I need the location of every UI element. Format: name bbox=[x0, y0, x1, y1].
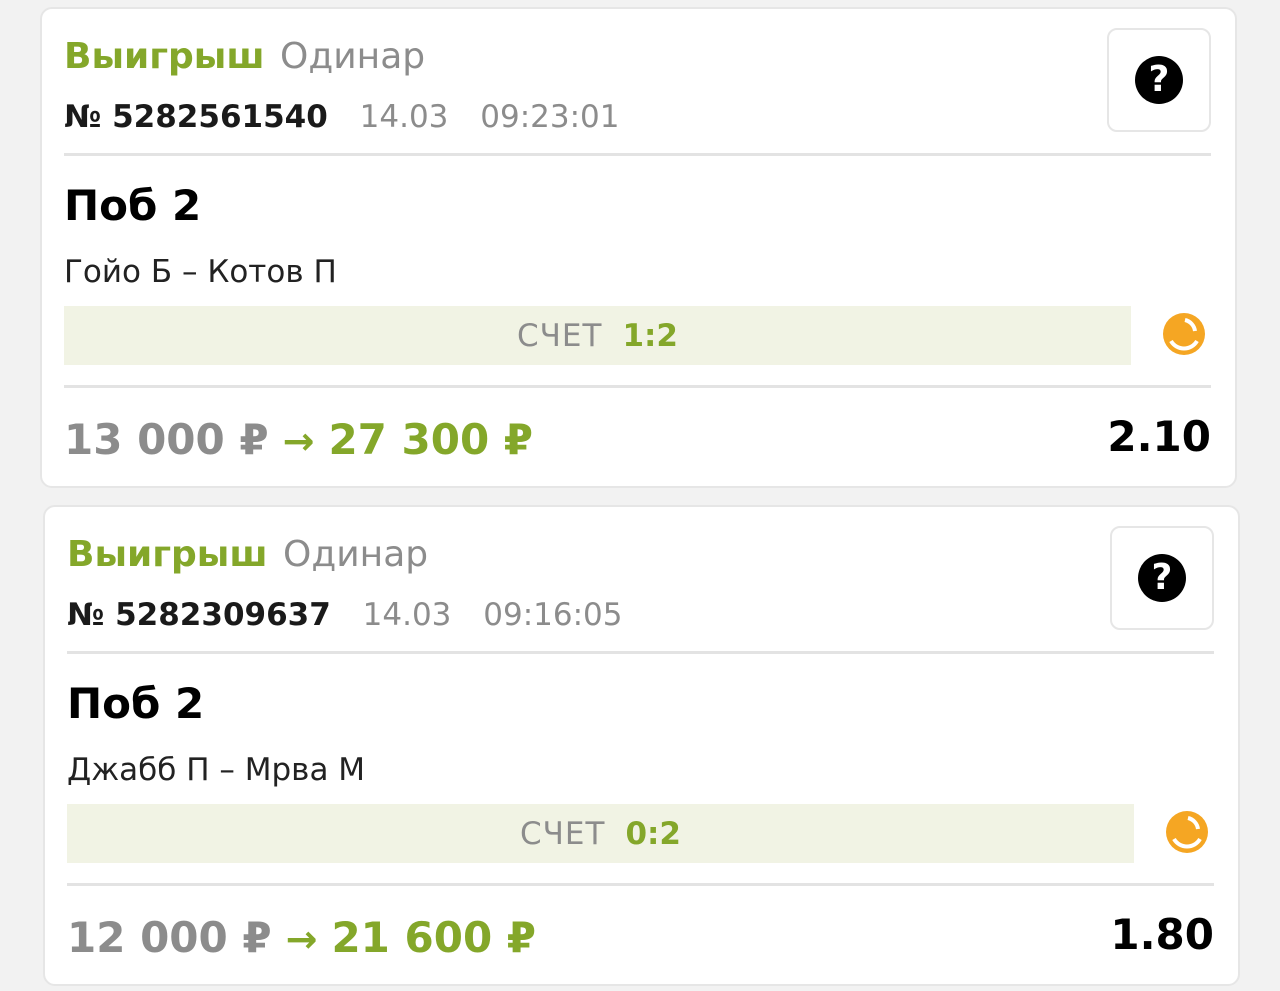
payout-amount: 27 300 ₽ bbox=[328, 415, 534, 464]
bet-outcome: Поб 2 bbox=[64, 181, 202, 230]
bet-number: № 5282309637 bbox=[67, 597, 331, 633]
amount-row: 12 000 ₽ → 21 600 ₽ bbox=[67, 910, 536, 967]
bet-card[interactable]: Выигрыш Одинар № 5282309637 14.03 09:16:… bbox=[43, 505, 1240, 986]
bet-date: 14.03 bbox=[359, 99, 449, 135]
question-circle-icon: ? bbox=[1138, 554, 1186, 602]
tennis-ball-icon bbox=[1163, 313, 1205, 355]
payout-amount: 21 600 ₽ bbox=[331, 913, 537, 962]
score-bar: СЧЕТ 0:2 bbox=[67, 804, 1134, 863]
arrow-right-icon: → bbox=[285, 917, 318, 961]
help-button[interactable]: ? bbox=[1110, 526, 1214, 630]
score-label: СЧЕТ bbox=[517, 317, 603, 354]
bet-type: Одинар bbox=[280, 36, 426, 77]
bet-outcome: Поб 2 bbox=[67, 679, 205, 728]
help-button[interactable]: ? bbox=[1107, 28, 1211, 132]
divider bbox=[67, 651, 1214, 654]
stake-amount: 13 000 ₽ bbox=[64, 415, 269, 464]
bet-status-row: Выигрыш Одинар bbox=[64, 37, 425, 77]
bet-status: Выигрыш bbox=[67, 534, 268, 575]
question-circle-icon: ? bbox=[1135, 56, 1183, 104]
match-name: Джабб П – Мрва М bbox=[67, 752, 366, 788]
score-value: 0:2 bbox=[625, 815, 681, 852]
bet-meta-row: № 5282309637 14.03 09:16:05 bbox=[67, 597, 623, 633]
bet-number: № 5282561540 bbox=[64, 99, 328, 135]
stake-amount: 12 000 ₽ bbox=[67, 913, 272, 962]
bet-meta-row: № 5282561540 14.03 09:23:01 bbox=[64, 99, 620, 135]
match-name: Гойо Б – Котов П bbox=[64, 254, 337, 290]
coefficient: 1.80 bbox=[1110, 910, 1214, 959]
bet-status: Выигрыш bbox=[64, 36, 265, 77]
tennis-ball-icon bbox=[1166, 811, 1208, 853]
score-label: СЧЕТ bbox=[520, 815, 606, 852]
divider bbox=[64, 153, 1211, 156]
amount-row: 13 000 ₽ → 27 300 ₽ bbox=[64, 412, 533, 469]
bet-type: Одинар bbox=[283, 534, 429, 575]
arrow-right-icon: → bbox=[282, 419, 315, 463]
bet-time: 09:16:05 bbox=[483, 597, 623, 633]
coefficient: 2.10 bbox=[1107, 412, 1211, 461]
bet-date: 14.03 bbox=[362, 597, 452, 633]
bet-time: 09:23:01 bbox=[480, 99, 620, 135]
divider bbox=[64, 385, 1211, 388]
bet-status-row: Выигрыш Одинар bbox=[67, 535, 428, 575]
bet-card[interactable]: Выигрыш Одинар № 5282561540 14.03 09:23:… bbox=[40, 7, 1237, 488]
score-bar: СЧЕТ 1:2 bbox=[64, 306, 1131, 365]
score-value: 1:2 bbox=[622, 317, 678, 354]
divider bbox=[67, 883, 1214, 886]
